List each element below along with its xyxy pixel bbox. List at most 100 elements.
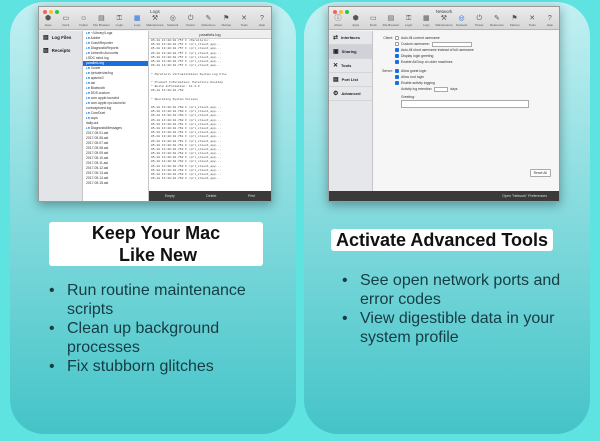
sidebar-item-label: Interfaces xyxy=(341,35,360,40)
toolbar-item-network[interactable]: ◎ Network xyxy=(456,15,468,27)
toolbar-label: Apps xyxy=(44,23,52,27)
sidebar-item-sharing[interactable]: ▣ Sharing xyxy=(329,45,372,59)
tools-icon: ✕ xyxy=(333,63,339,69)
tree-row-label: DiagnosticReports xyxy=(90,46,119,50)
reference-icon: ✎ xyxy=(493,15,500,22)
tree-row-label: Adobe xyxy=(90,36,101,40)
sidebar-item-advanced[interactable]: ⚙ Advanced xyxy=(329,87,372,101)
tree-row-label: asl xyxy=(90,81,96,85)
sidebar-item-label: Log Files xyxy=(51,35,72,40)
sidebar-item-tools[interactable]: ✕ Tools xyxy=(329,59,372,73)
tree-row[interactable]: 2017.05.15.asl xyxy=(83,181,148,186)
checkbox[interactable] xyxy=(395,42,399,46)
checkbox[interactable] xyxy=(395,75,399,79)
toolbar-label: About xyxy=(334,23,342,27)
toolbar-item-apps[interactable]: ⬢ Apps xyxy=(42,15,54,27)
toolbar-item-power[interactable]: ⏻ Power xyxy=(185,15,197,27)
toolbar-item-maintenance[interactable]: ⚒ Maintenance xyxy=(435,15,452,27)
toolbar-item-logs[interactable]: ▦ Logs xyxy=(131,15,143,27)
greeting-field[interactable] xyxy=(401,100,529,108)
checkbox[interactable] xyxy=(395,54,399,58)
toolbar-item-file-browser[interactable]: ▤ File Browser xyxy=(382,15,400,27)
reset-all-button[interactable]: Reset All xyxy=(529,169,551,177)
tree-row-label: corecaptured.log xyxy=(86,106,112,110)
tree-row-label: 2017.05.10.asl xyxy=(86,156,109,160)
toolbar-item-about[interactable]: ⓘ About xyxy=(332,15,344,27)
checkbox[interactable] xyxy=(395,60,399,64)
tree-row-label: com.apple.xpc.launchd xyxy=(90,101,126,105)
checkbox[interactable] xyxy=(395,69,399,73)
startup-icon: ⚑ xyxy=(223,15,230,22)
toolbar-item-help[interactable]: ? Help xyxy=(544,15,556,27)
toolbar-item-network[interactable]: ◎ Network xyxy=(167,15,179,27)
toolbar-item-startup[interactable]: ⚑ Startup xyxy=(220,15,232,27)
print-button[interactable]: Print xyxy=(248,194,255,198)
toolbar-item-dock[interactable]: ▭ Dock xyxy=(60,15,72,27)
sidebar-item-interfaces[interactable]: ⇄ Interfaces xyxy=(329,31,372,45)
tree-row-label: apache2 xyxy=(90,76,104,80)
delete-button[interactable]: Delete xyxy=(206,194,216,198)
toolbar-item-tools[interactable]: ✕ Tools xyxy=(238,15,250,27)
toolbar-label: Login xyxy=(404,23,413,27)
toolbar-item-login[interactable]: ⚿ Login xyxy=(403,15,415,27)
left-bullet-list: Run routine maintenance scriptsClean up … xyxy=(45,281,285,376)
sidebar-item-receipts[interactable]: ▧ Receipts xyxy=(39,44,82,57)
toolbar-item-file-browser[interactable]: ▤ File Browser xyxy=(93,15,110,27)
file-browser-icon: ▤ xyxy=(98,15,105,22)
toolbar-label: Network xyxy=(456,23,468,27)
tools-icon: ✕ xyxy=(241,15,248,22)
toolbar-label: Startup xyxy=(221,23,232,27)
bullet-item: Fix stubborn glitches xyxy=(45,357,285,376)
log-viewer: parallels.log 05-18 13:48:10.757 F /Para… xyxy=(149,31,271,191)
client-options: Client: Auto-fill current username Custom … xyxy=(379,35,553,65)
network-window: Network ⓘ About ⬢ Apps ▭ Dock ▤ File Browser ⚿ Lo… xyxy=(328,6,560,202)
tree-row-label: /private/var/log xyxy=(90,71,113,75)
greeting-label: Greeting: xyxy=(401,95,415,99)
sidebar-item-label: Advanced xyxy=(341,91,361,96)
toolbar-label: File Browser xyxy=(382,23,400,27)
tree-row-label: ~/Library/Logs xyxy=(90,31,113,35)
toolbar-item-reference[interactable]: ✎ Reference xyxy=(202,15,216,27)
toolbar-item-tools[interactable]: ✕ Tools xyxy=(526,15,538,27)
checkbox[interactable] xyxy=(395,81,399,85)
tree-row-label: daily.out xyxy=(86,121,99,125)
toolbar-item-logs[interactable]: ▦ Logs xyxy=(420,15,432,27)
toolbar-item-reference[interactable]: ✎ Reference xyxy=(489,15,504,27)
tree-row-label: 2017.05.06.asl xyxy=(86,136,109,140)
toolbar-item-dock[interactable]: ▭ Dock xyxy=(367,15,379,27)
sidebar-item-log-files[interactable]: ▤ Log Files xyxy=(39,31,82,44)
help-icon: ? xyxy=(259,15,264,22)
apps-icon: ⬢ xyxy=(352,15,359,22)
toolbar-label: Maintenance xyxy=(146,23,164,27)
tree-row-label: CrashReporter xyxy=(90,41,113,45)
checkbox[interactable] xyxy=(395,36,399,40)
toolbar-item-power[interactable]: ⏻ Power xyxy=(473,15,485,27)
open-preferences-button[interactable]: Open "Network" Preferences xyxy=(502,194,547,198)
sidebar-item-label: Sharing xyxy=(341,49,357,54)
tree-row-label: 2017.05.08.asl xyxy=(86,146,109,150)
toolbar: ⓘ About ⬢ Apps ▭ Dock ▤ File Browser ⚿ Login ▦ Logs… xyxy=(332,15,556,27)
tree-row-label: LinkedIn Accounts xyxy=(90,51,119,55)
retention-field[interactable] xyxy=(434,86,449,92)
toolbar-item-startup[interactable]: ⚑ Startup xyxy=(509,15,521,27)
toolbar-item-help[interactable]: ? Help xyxy=(256,15,268,27)
interfaces-icon: ⇄ xyxy=(333,35,339,41)
toolbar-item-maintenance[interactable]: ⚒ Maintenance xyxy=(146,15,164,27)
retention-row: Activity log retention: days xyxy=(379,86,553,92)
tools-icon: ✕ xyxy=(529,15,536,22)
tree-row-label: Bluetooth xyxy=(90,86,106,90)
toolbar-label: Tools xyxy=(240,23,248,27)
empty-button[interactable]: Empty xyxy=(165,194,175,198)
window-title: Logs xyxy=(150,9,160,14)
custom-username-field[interactable] xyxy=(431,41,472,47)
checkbox[interactable] xyxy=(395,48,399,52)
toolbar-item-login[interactable]: ⚿ Login xyxy=(113,15,125,27)
finder-icon: ☺ xyxy=(80,15,88,22)
sidebar: ⇄ Interfaces ▣ Sharing ✕ Tools ▤ Port List ⚙ Adva… xyxy=(329,31,373,191)
reference-icon: ✎ xyxy=(205,15,212,22)
toolbar-label: Help xyxy=(546,23,553,27)
toolbar-item-apps[interactable]: ⬢ Apps xyxy=(350,15,362,27)
sidebar-item-port-list[interactable]: ▤ Port List xyxy=(329,73,372,87)
toolbar-label: Reference xyxy=(489,23,504,27)
toolbar-item-finder[interactable]: ☺ Finder xyxy=(78,15,90,27)
